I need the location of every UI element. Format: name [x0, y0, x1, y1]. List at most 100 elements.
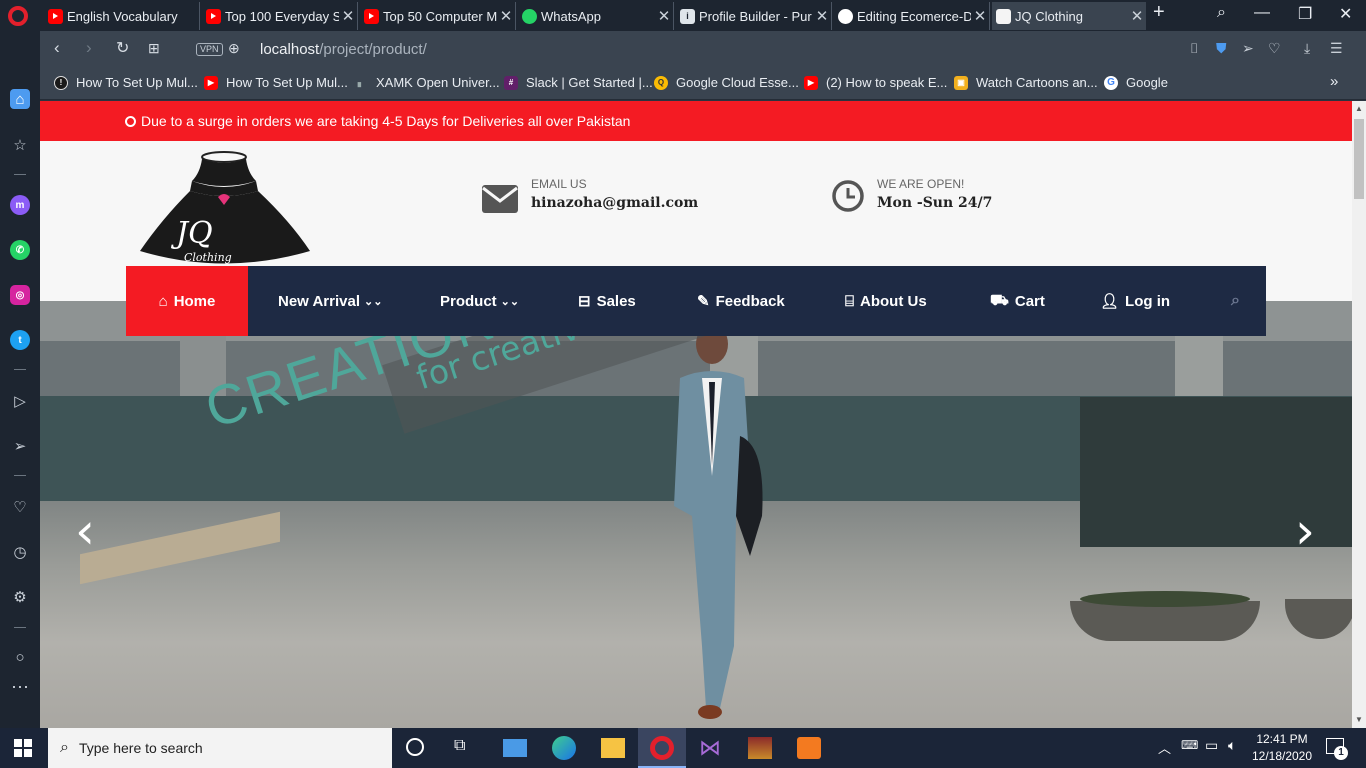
bookmark-item[interactable]: ▣ Watch Cartoons an...	[954, 75, 1098, 90]
nav-cart[interactable]: ⛟ Cart	[990, 266, 1045, 336]
messenger-icon[interactable]: m	[10, 195, 30, 215]
cart-icon: ⛟	[990, 291, 1009, 309]
easy-setup-icon[interactable]: ☰	[1330, 40, 1343, 57]
send-icon[interactable]: ➢	[10, 436, 30, 456]
file-explorer-icon[interactable]	[601, 738, 625, 758]
back-icon[interactable]: ‹	[54, 38, 60, 58]
settings-gear-icon[interactable]: ⚙	[10, 587, 30, 607]
close-tab-icon[interactable]: ✕	[813, 7, 831, 25]
shield-icon[interactable]: ⛊	[1216, 40, 1227, 57]
close-tab-icon[interactable]: ✕	[1128, 7, 1146, 25]
bookmark-item[interactable]: G Google	[1104, 75, 1168, 90]
winrar-icon[interactable]	[748, 737, 772, 759]
nav-log-in[interactable]: 👤︎ Log in	[1100, 266, 1170, 336]
url-host: localhost	[260, 41, 320, 58]
xampp-icon[interactable]	[797, 737, 821, 759]
new-tab-icon[interactable]: +	[1153, 1, 1165, 24]
nav-label: Product	[440, 292, 497, 310]
email-label: EMAIL US	[531, 177, 587, 191]
nav-home[interactable]: ⌂ Home	[126, 266, 248, 336]
bookmark-item[interactable]: ▶ (2) How to speak E...	[804, 75, 947, 90]
volume-icon[interactable]: 🔈︎	[1228, 737, 1236, 754]
speed-dial-icon[interactable]: ⊞	[148, 40, 160, 57]
taskbar-clock[interactable]: 12:41 PM 12/18/2020	[1250, 732, 1314, 763]
instagram-icon[interactable]: ◎	[10, 285, 30, 305]
scroll-up-icon[interactable]: ▲	[1355, 104, 1363, 113]
network-icon[interactable]: ▭	[1205, 737, 1218, 754]
heart-icon[interactable]: ♡	[1268, 40, 1281, 57]
whatsapp-icon[interactable]: ✆	[10, 240, 30, 260]
clock-time: 12:41 PM	[1256, 732, 1308, 746]
edge-icon[interactable]	[552, 736, 576, 760]
tab-editing-ecomerce[interactable]: Editing Ecomerce-D ✕	[834, 2, 990, 30]
taskbar-search-box[interactable]: ⌕ Type here to search	[48, 728, 392, 768]
scroll-thumb[interactable]	[1354, 119, 1364, 199]
opera-taskbar-button[interactable]	[638, 728, 686, 768]
player-icon[interactable]: ▷	[10, 391, 30, 411]
carousel-next-icon[interactable]: ›	[1285, 506, 1325, 556]
reload-icon[interactable]: ↻	[116, 38, 129, 58]
tab-whatsapp[interactable]: WhatsApp ✕	[518, 2, 674, 30]
close-tab-icon[interactable]: ✕	[971, 7, 989, 25]
cortana-icon[interactable]	[406, 738, 424, 756]
nav-product[interactable]: Product ⌄⌄	[440, 266, 519, 336]
nav-about-us[interactable]: ⌸ About Us	[845, 266, 927, 336]
bookmark-item[interactable]: # Slack | Get Started |...	[504, 75, 653, 90]
opera-logo-icon[interactable]	[8, 6, 28, 26]
close-tab-icon[interactable]: ✕	[339, 7, 357, 25]
vpn-badge[interactable]: VPN	[196, 43, 223, 56]
twitter-icon[interactable]: t	[10, 330, 30, 350]
windows-start-icon[interactable]	[14, 739, 32, 757]
hours-value: Mon -Sun 24/7	[877, 195, 993, 211]
slack-icon: #	[504, 75, 518, 90]
bookmark-item[interactable]: ▖ XAMK Open Univer...	[354, 75, 500, 90]
nav-new-arrival[interactable]: New Arrival ⌄⌄	[278, 266, 382, 336]
more-icon[interactable]: ⋯	[10, 677, 30, 697]
search-icon[interactable]: ○	[10, 647, 30, 667]
carousel-prev-icon[interactable]: ‹	[65, 506, 105, 556]
nav-search-icon[interactable]: ⌕	[1231, 266, 1240, 336]
tab-jq-clothing[interactable]: JQ Clothing ✕	[992, 2, 1146, 30]
camera-icon[interactable]: ⌷	[1190, 40, 1198, 57]
jq-clothing-logo[interactable]: JQ Clothing	[140, 151, 312, 266]
minimize-icon[interactable]: —	[1254, 4, 1270, 22]
url-field[interactable]: localhost/project/product/	[260, 41, 427, 58]
restore-icon[interactable]: ❐	[1298, 4, 1312, 24]
jq-icon	[996, 8, 1011, 24]
download-icon[interactable]: ⤓	[1304, 40, 1310, 57]
task-view-icon[interactable]: ⧉	[454, 737, 465, 755]
bookmark-item[interactable]: ! How To Set Up Mul...	[54, 75, 198, 90]
nav-label: Cart	[1014, 292, 1045, 310]
search-tabs-icon[interactable]: ⌕	[1217, 4, 1226, 22]
nav-feedback[interactable]: ✎ Feedback	[697, 266, 785, 336]
history-icon[interactable]: ◷	[10, 542, 30, 562]
input-method-icon[interactable]: ⌨	[1181, 738, 1198, 752]
bench	[80, 511, 280, 585]
close-tab-icon[interactable]: ✕	[497, 7, 515, 25]
planter	[1070, 601, 1260, 641]
page-scrollbar[interactable]: ▲ ▼	[1352, 101, 1366, 728]
nav-sales[interactable]: ⊟ Sales	[578, 266, 636, 336]
scroll-down-icon[interactable]: ▼	[1355, 715, 1363, 724]
tab-english-vocabulary[interactable]: English Vocabulary	[44, 2, 200, 30]
bookmark-label: Slack | Get Started |...	[526, 75, 653, 90]
more-bookmarks-icon[interactable]: »	[1330, 73, 1338, 90]
visual-studio-icon[interactable]: ⋈	[699, 737, 721, 759]
tab-top-100-everyday[interactable]: Top 100 Everyday S ✕	[202, 2, 358, 30]
send-icon[interactable]: ➢	[1242, 40, 1254, 57]
tray-expand-icon[interactable]: ︿	[1158, 738, 1171, 757]
bookmark-item[interactable]: Q Google Cloud Esse...	[654, 75, 799, 90]
forward-icon[interactable]: ›	[86, 38, 92, 58]
tab-profile-builder[interactable]: i Profile Builder - Pur ✕	[676, 2, 832, 30]
home-sidebar-icon[interactable]: ⌂	[10, 89, 30, 109]
mail-icon[interactable]	[503, 739, 527, 757]
close-tab-icon[interactable]: ✕	[655, 7, 673, 25]
bookmark-label: Google	[1126, 75, 1168, 90]
bookmarks-star-icon[interactable]: ☆	[10, 135, 30, 155]
heart-icon[interactable]: ♡	[10, 497, 30, 517]
tab-top-50-computer[interactable]: Top 50 Computer M ✕	[360, 2, 516, 30]
bookmark-item[interactable]: ▶ How To Set Up Mul...	[204, 75, 348, 90]
email-value[interactable]: hinazoha@gmail.com	[531, 195, 698, 211]
window-close-icon[interactable]: ✕	[1339, 4, 1352, 24]
chevron-down-icon: ⌄⌄	[500, 295, 520, 308]
